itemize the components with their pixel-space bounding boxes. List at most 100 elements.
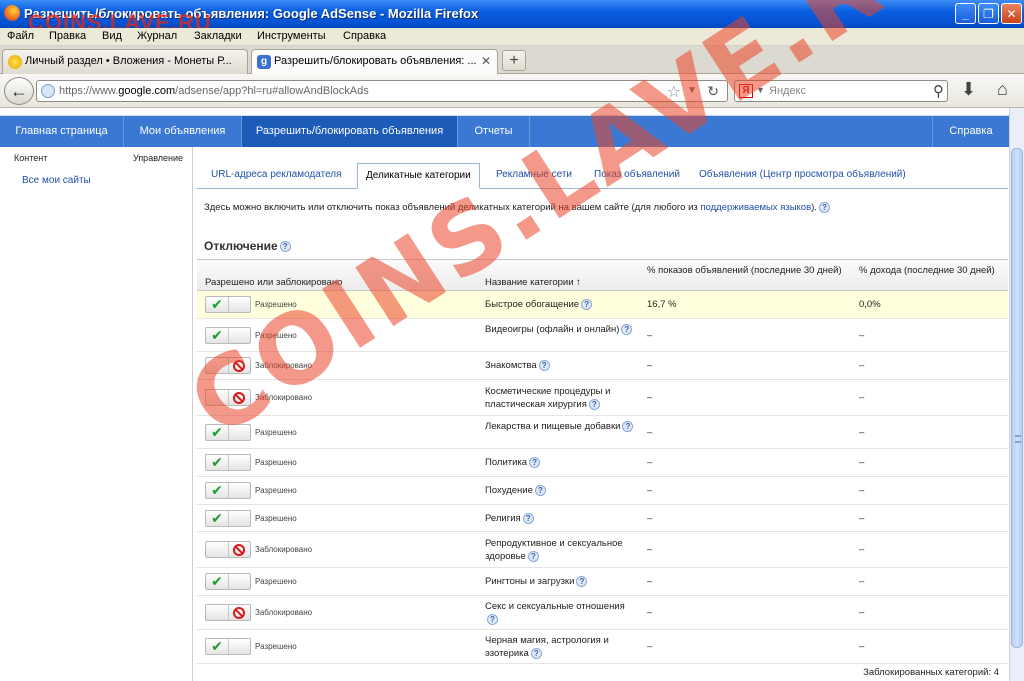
- revenue-value: –: [859, 576, 865, 587]
- tab-ad-networks[interactable]: Рекламные сети: [496, 163, 572, 189]
- nav-my-ads[interactable]: Мои объявления: [124, 116, 242, 147]
- category-name: Знакомства?: [485, 359, 635, 372]
- table-row: ✔ Разрешено Видеоигры (офлайн и онлайн)? – –: [197, 319, 1008, 352]
- tab-adsense[interactable]: g Разрешить/блокировать объявления: ... …: [251, 49, 498, 75]
- menu-view[interactable]: Вид: [102, 30, 122, 42]
- scrollbar[interactable]: [1009, 108, 1024, 681]
- header-status[interactable]: Разрешено или заблокировано: [205, 277, 342, 288]
- category-name: Косметические процедуры и пластическая х…: [485, 386, 611, 410]
- help-icon[interactable]: ?: [487, 613, 498, 625]
- revenue-value: –: [859, 485, 865, 496]
- nav-home[interactable]: Главная страница: [0, 116, 124, 147]
- help-icon[interactable]: ?: [818, 202, 830, 213]
- help-icon[interactable]: ?: [527, 550, 539, 562]
- help-icon[interactable]: ?: [581, 298, 593, 310]
- allow-block-toggle[interactable]: [205, 541, 251, 558]
- menu-tools[interactable]: Инструменты: [257, 30, 326, 42]
- search-bar[interactable]: Я ▼ Яндекс ⚲: [734, 80, 948, 102]
- help-icon[interactable]: ?: [530, 647, 542, 659]
- allow-block-toggle[interactable]: ✔: [205, 327, 251, 344]
- table-row: ✔ Разрешено Лекарства и пищевые добавки? – –: [197, 416, 1008, 449]
- help-icon[interactable]: ?: [534, 484, 546, 496]
- menu-help[interactable]: Справка: [343, 30, 386, 42]
- firefox-icon: [4, 5, 20, 21]
- category-name: Репродуктивное и сексуальное здоровье?: [485, 538, 623, 562]
- allow-block-toggle[interactable]: ✔: [205, 424, 251, 441]
- minimize-button[interactable]: _: [955, 3, 976, 24]
- status-label: Разрешено: [255, 577, 297, 586]
- site-identity-icon[interactable]: [41, 84, 55, 98]
- impressions-value: 16,7 %: [647, 299, 677, 310]
- back-button[interactable]: ←: [4, 77, 34, 105]
- allow-block-toggle[interactable]: ✔: [205, 510, 251, 527]
- help-icon[interactable]: ?: [588, 398, 600, 410]
- help-icon[interactable]: ?: [279, 241, 291, 253]
- category-name: Черная магия, астрология и эзотерика?: [485, 635, 609, 659]
- nav-help[interactable]: Справка: [932, 116, 1009, 147]
- help-icon[interactable]: ?: [529, 456, 541, 468]
- blocked-icon: [228, 358, 250, 373]
- google-icon: g: [257, 55, 271, 69]
- tab-ad-serving[interactable]: Показ объявлений: [594, 163, 680, 189]
- table-header: Разрешено или заблокировано Название кат…: [197, 259, 1008, 291]
- status-label: Разрешено: [255, 642, 297, 651]
- header-category[interactable]: Название категории ↑: [485, 277, 581, 288]
- allow-block-toggle[interactable]: ✔: [205, 482, 251, 499]
- nav-allow-block[interactable]: Разрешить/блокировать объявления: [242, 116, 458, 147]
- supported-languages-link[interactable]: поддерживаемых языков: [700, 202, 811, 213]
- header-impressions[interactable]: % показов объявлений (последние 30 дней): [647, 265, 847, 276]
- reload-icon[interactable]: ↻: [707, 83, 719, 100]
- menu-history[interactable]: Журнал: [137, 30, 177, 42]
- sidebar-header-manage: Управление: [133, 153, 184, 163]
- category-name: Быстрое обогащение?: [485, 298, 635, 311]
- yandex-icon[interactable]: Я: [739, 84, 753, 98]
- download-icon[interactable]: ⬇: [961, 79, 976, 100]
- help-icon[interactable]: ?: [621, 323, 633, 335]
- new-tab-button[interactable]: +: [502, 50, 526, 71]
- impressions-value: –: [647, 392, 653, 403]
- close-window-button[interactable]: ✕: [1001, 3, 1022, 24]
- home-icon[interactable]: ⌂: [997, 79, 1008, 100]
- search-icon[interactable]: ⚲: [933, 82, 944, 100]
- tab-close-icon[interactable]: ✕: [481, 54, 491, 68]
- sidebar: Контент Управление Все мои сайты: [0, 147, 193, 681]
- bookmark-star-icon[interactable]: ☆: [667, 82, 681, 102]
- maximize-button[interactable]: ❐: [978, 3, 999, 24]
- address-bar[interactable]: https://www.google.com/adsense/app?hl=ru…: [36, 80, 728, 102]
- help-icon[interactable]: ?: [522, 512, 534, 524]
- allow-block-toggle[interactable]: ✔: [205, 638, 251, 655]
- help-icon[interactable]: ?: [622, 420, 634, 432]
- search-placeholder: Яндекс: [769, 85, 806, 97]
- tab-ad-review-center[interactable]: Объявления (Центр просмотра объявлений): [699, 163, 906, 189]
- allow-block-toggle[interactable]: [205, 604, 251, 621]
- nav-reports[interactable]: Отчеты: [458, 116, 530, 147]
- allow-block-toggle[interactable]: ✔: [205, 454, 251, 471]
- allow-block-toggle[interactable]: [205, 357, 251, 374]
- header-revenue[interactable]: % дохода (последние 30 дней): [859, 265, 999, 276]
- status-label: Разрешено: [255, 331, 297, 340]
- scrollbar-thumb[interactable]: [1011, 148, 1023, 648]
- sidebar-item-all-sites[interactable]: Все мои сайты: [22, 175, 91, 186]
- menu-file[interactable]: Файл: [7, 30, 34, 42]
- menu-bookmarks[interactable]: Закладки: [194, 30, 242, 42]
- checkmark-icon: ✔: [211, 638, 223, 654]
- table-row: ✔ Разрешено Черная магия, астрология и эзо…: [197, 630, 1008, 664]
- allow-block-toggle[interactable]: ✔: [205, 573, 251, 590]
- help-icon[interactable]: ?: [538, 359, 550, 371]
- allow-block-toggle[interactable]: [205, 389, 251, 406]
- category-name: Видеоигры (офлайн и онлайн)?: [485, 323, 635, 336]
- status-label: Заблокировано: [255, 393, 313, 402]
- category-name: Религия?: [485, 512, 635, 525]
- revenue-value: –: [859, 607, 865, 618]
- help-icon[interactable]: ?: [576, 575, 588, 587]
- tab-forum-label: Личный раздел • Вложения - Монеты Р...: [25, 55, 232, 67]
- engine-dropdown-icon[interactable]: ▼: [756, 85, 765, 95]
- history-dropdown-icon[interactable]: ▼: [687, 85, 697, 96]
- menu-edit[interactable]: Правка: [49, 30, 86, 42]
- adsense-top-nav: Главная страница Мои объявления Разрешит…: [0, 116, 1009, 147]
- tab-advertiser-urls[interactable]: URL-адреса рекламодателя: [211, 163, 342, 189]
- checkmark-icon: ✔: [211, 327, 223, 343]
- tab-forum[interactable]: Личный раздел • Вложения - Монеты Р...: [2, 49, 248, 74]
- tab-sensitive-categories[interactable]: Деликатные категории: [357, 163, 480, 189]
- allow-block-toggle[interactable]: ✔: [205, 296, 251, 313]
